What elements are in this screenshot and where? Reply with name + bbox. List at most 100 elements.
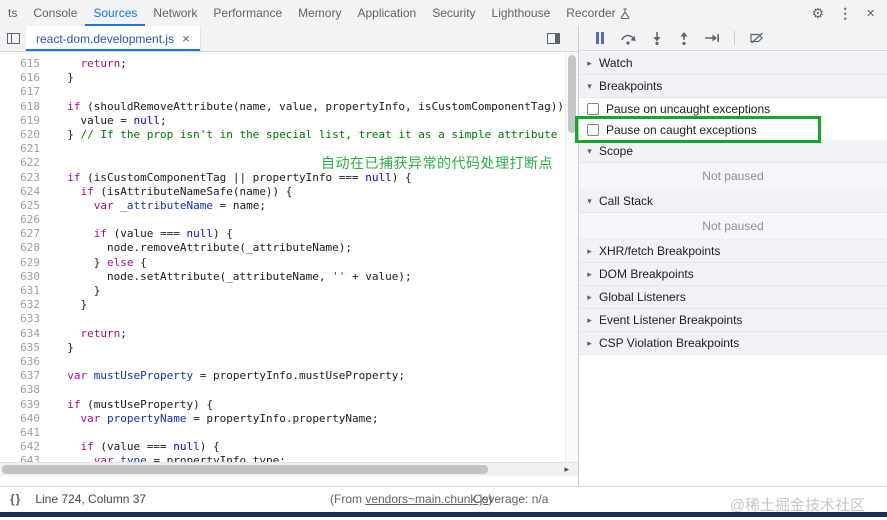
section-global-listeners[interactable]: ▸ Global Listeners	[579, 286, 887, 309]
tab-sources[interactable]: Sources	[85, 0, 145, 26]
file-tab-label: react-dom.development.js	[36, 31, 175, 46]
step-into-icon[interactable]	[651, 31, 663, 45]
line-number-619[interactable]: 619	[0, 114, 40, 128]
line-number-626[interactable]: 626	[0, 213, 40, 227]
code-editor[interactable]: 615 616 617 618 619 620 621 622 623 624 625 626 627 6…	[0, 52, 578, 462]
tab-console[interactable]: Console	[25, 0, 85, 26]
line-number-633[interactable]: 633	[0, 312, 40, 326]
code-line-640: var propertyName = propertyInfo.property…	[80, 411, 379, 425]
line-number-625[interactable]: 625	[0, 199, 40, 213]
checkbox-row-pause-on-uncaught-exceptions[interactable]: Pause on uncaught exceptions	[579, 98, 887, 119]
section-event-listener-breakpoints[interactable]: ▸ Event Listener Breakpoints	[579, 309, 887, 332]
tab-memory[interactable]: Memory	[290, 0, 349, 26]
coverage-status: Coverage: n/a	[473, 492, 549, 506]
line-number-629[interactable]: 629	[0, 256, 40, 270]
line-number-617[interactable]: 617	[0, 85, 40, 99]
navigator-toggle-icon[interactable]	[0, 26, 26, 51]
pretty-print-icon[interactable]: {}	[10, 492, 21, 506]
line-number-621[interactable]: 621	[0, 142, 40, 156]
section-call-stack[interactable]: ▾ Call Stack	[579, 190, 887, 213]
second-row: react-dom.development.js ×	[0, 26, 887, 52]
file-tab-strip: react-dom.development.js ×	[0, 26, 578, 52]
chunk-link[interactable]: vendors~main.chunk.js	[365, 492, 488, 506]
close-icon[interactable]: ×	[866, 5, 875, 22]
section-breakpoints[interactable]: ▾ Breakpoints	[579, 75, 887, 98]
source-map-origin: (From vendors~main.chunk.js)	[330, 492, 492, 506]
section-label: Scope	[599, 144, 634, 158]
line-number-632[interactable]: 632	[0, 298, 40, 312]
line-number-gutter[interactable]: 615 616 617 618 619 620 621 622 623 624 625 626 627 6…	[0, 57, 40, 462]
code-line-634: return;	[80, 326, 127, 340]
section-label: DOM Breakpoints	[599, 267, 694, 281]
gear-icon[interactable]: ⚙	[812, 5, 825, 22]
line-number-641[interactable]: 641	[0, 426, 40, 440]
toolbar-separator	[734, 31, 735, 45]
section-label: XHR/fetch Breakpoints	[599, 244, 721, 258]
line-number-622[interactable]: 622	[0, 156, 40, 170]
line-number-616[interactable]: 616	[0, 71, 40, 85]
editor-horizontal-scrollbar[interactable]: ▸	[0, 462, 578, 476]
line-number-623[interactable]: 623	[0, 171, 40, 185]
line-number-631[interactable]: 631	[0, 284, 40, 298]
step-over-icon[interactable]	[620, 32, 636, 45]
tab-security[interactable]: Security	[424, 0, 483, 26]
section-watch[interactable]: ▸ Watch	[579, 52, 887, 75]
code-line-628: node.removeAttribute(_attributeName);	[54, 241, 353, 255]
checkbox-row-pause-on-caught-exceptions[interactable]: Pause on caught exceptions	[575, 116, 887, 143]
line-number-618[interactable]: 618	[0, 100, 40, 114]
tab-label: Recorder	[566, 6, 616, 20]
checkbox-label: Pause on caught exceptions	[606, 122, 757, 137]
tab-ts[interactable]: ts	[0, 0, 25, 26]
horizontal-scroll-thumb[interactable]	[2, 465, 488, 474]
tab-performance[interactable]: Performance	[205, 0, 290, 26]
panel-toggle-icon[interactable]	[547, 26, 560, 51]
line-number-640[interactable]: 640	[0, 412, 40, 426]
line-number-627[interactable]: 627	[0, 227, 40, 241]
cursor-position: Line 724, Column 37	[35, 492, 147, 506]
section-scope[interactable]: ▾ Scope	[579, 140, 887, 163]
line-number-639[interactable]: 639	[0, 398, 40, 412]
chevron-right-icon: ▸	[587, 245, 592, 256]
line-number-637[interactable]: 637	[0, 369, 40, 383]
tab-close-icon[interactable]: ×	[182, 31, 190, 46]
line-number-634[interactable]: 634	[0, 327, 40, 341]
step-out-icon[interactable]	[678, 31, 690, 45]
tab-label: Network	[153, 6, 198, 20]
section-label: Call Stack	[599, 194, 654, 208]
line-number-638[interactable]: 638	[0, 383, 40, 397]
editor-vertical-scrollbar[interactable]	[565, 52, 578, 462]
line-number-620[interactable]: 620	[0, 128, 40, 142]
tab-label: Application	[357, 6, 417, 20]
tab-recorder[interactable]: Recorder	[558, 0, 637, 26]
deactivate-breakpoints-icon[interactable]	[750, 32, 764, 44]
scroll-right-arrow-icon[interactable]: ▸	[564, 464, 569, 475]
code-line-616: }	[54, 71, 74, 85]
line-number-636[interactable]: 636	[0, 355, 40, 369]
section-xhr-fetch-breakpoints[interactable]: ▸ XHR/fetch Breakpoints	[579, 240, 887, 263]
checkbox-label: Pause on uncaught exceptions	[606, 101, 771, 116]
line-number-615[interactable]: 615	[0, 57, 40, 71]
tab-application[interactable]: Application	[349, 0, 424, 26]
more-menu-icon[interactable]: ⋮	[838, 5, 852, 22]
line-number-628[interactable]: 628	[0, 241, 40, 255]
tab-lighthouse[interactable]: Lighthouse	[484, 0, 559, 26]
top-bar-icons: ⚙ ⋮ ×	[812, 0, 887, 26]
line-number-624[interactable]: 624	[0, 185, 40, 199]
checkbox-pause-on-caught-exceptions[interactable]	[587, 123, 599, 136]
pause-script-icon[interactable]	[595, 32, 605, 44]
section-dom-breakpoints[interactable]: ▸ DOM Breakpoints	[579, 263, 887, 286]
vertical-scroll-thumb[interactable]	[568, 55, 576, 133]
line-number-642[interactable]: 642	[0, 440, 40, 454]
code-line-622: 自动在已捕获异常的代码处理打断点	[54, 156, 578, 170]
line-number-643[interactable]: 643	[0, 454, 40, 462]
section-label: Event Listener Breakpoints	[599, 313, 743, 327]
section-csp-violation-breakpoints[interactable]: ▸ CSP Violation Breakpoints	[579, 332, 887, 355]
step-icon[interactable]	[705, 32, 719, 44]
checkbox-pause-on-uncaught-exceptions[interactable]	[587, 102, 599, 115]
file-tab-react-dom[interactable]: react-dom.development.js ×	[26, 26, 201, 51]
debugger-toolbar	[578, 26, 887, 51]
line-number-630[interactable]: 630	[0, 270, 40, 284]
line-number-635[interactable]: 635	[0, 341, 40, 355]
tab-network[interactable]: Network	[145, 0, 205, 26]
